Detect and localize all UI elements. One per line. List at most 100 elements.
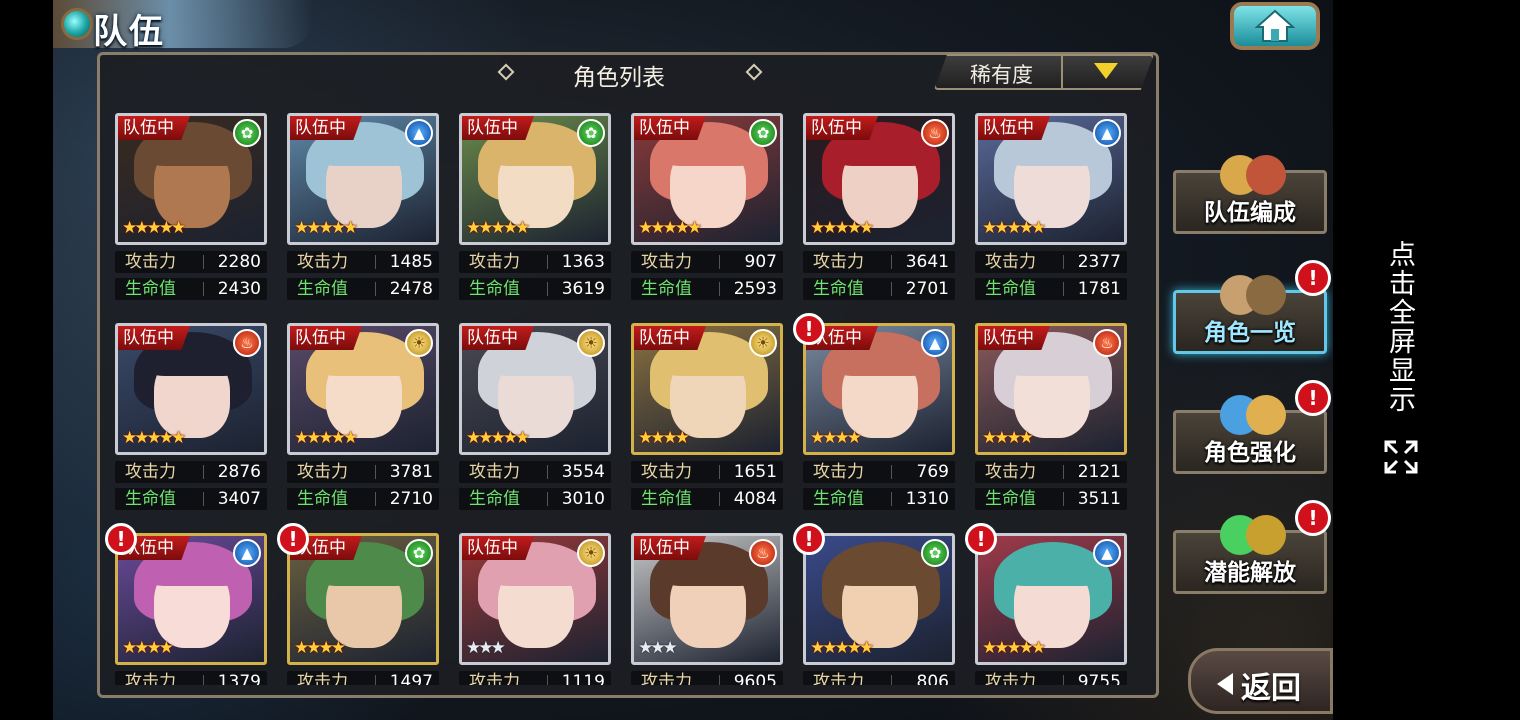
character-card[interactable]: ★★★★★ 队伍中 ✿ 攻击力 1363 生命值 3619 [459,113,611,303]
stat-separator [1063,492,1064,506]
character-portrait[interactable]: ★★★★★ 队伍中 ☀ [459,323,611,455]
character-list-label: 角色一览 [1204,320,1296,346]
rarity-stars: ★★★★★ [638,218,702,238]
potential-unlock-button[interactable]: 潜能解放 [1173,515,1327,594]
character-card[interactable]: ★★★★★ 队伍中 ☀ 攻击力 3781 生命值 2710 [287,323,439,513]
attack-stat-value: 2377 [1077,252,1121,272]
character-upgrade-button[interactable]: 角色强化 [1173,395,1327,474]
character-portrait[interactable]: ★★★★ 队伍中 ♨ [975,323,1127,455]
character-card[interactable]: ★★★★★ 队伍中 ♨ 攻击力 2876 生命值 3407 [115,323,267,513]
attack-stat-label: 攻击力 [641,462,692,482]
rarity-stars: ★★★ [638,638,678,658]
wind-element-icon: ✿ [577,119,605,147]
in-team-tag: 队伍中 [634,116,706,140]
stat-separator [891,465,892,479]
hp-stat-label: 生命值 [469,279,520,299]
rarity-stars: ★★★★★ [294,218,358,238]
character-portrait[interactable]: ★★★★★ 队伍中 ✿ [115,113,267,245]
character-portrait[interactable]: ★★★★★ ▲ [975,533,1127,665]
in-team-tag: 队伍中 [290,326,362,350]
back-button[interactable]: 返回 [1188,648,1333,714]
character-card[interactable]: ★★★★★ 队伍中 ▲ 攻击力 1485 生命值 2478 [287,113,439,303]
rarity-stars: ★★★★★ [810,638,874,658]
hp-stat: 生命值 3010 [459,488,611,510]
attack-stat: 攻击力 1363 [459,251,611,273]
alert-icon: ! [793,313,825,345]
hp-stat-value: 2701 [905,279,949,299]
character-list-button[interactable]: 角色一览 [1173,275,1327,354]
water-element-icon: ▲ [1093,119,1121,147]
rarity-stars: ★★★★★ [810,218,874,238]
stat-separator [375,255,376,269]
attack-stat: 攻击力 2280 [115,251,267,273]
character-portrait[interactable]: ★★★★★ 队伍中 ♨ [803,113,955,245]
portrait-fringe [1006,550,1102,586]
hp-stat-value: 2478 [389,279,433,299]
rarity-stars: ★★★★★ [982,218,1046,238]
character-portrait[interactable]: ★★★★★ 队伍中 ✿ [631,113,783,245]
rarity-stars: ★★★★★ [294,428,358,448]
character-portrait[interactable]: ★★★ 队伍中 ☀ [459,533,611,665]
stat-separator [1063,255,1064,269]
hp-stat-value: 1781 [1077,279,1121,299]
hp-stat-label: 生命值 [985,279,1036,299]
character-portrait[interactable]: ★★★★ 队伍中 ☀ [631,323,783,455]
character-portrait[interactable]: ★★★★ 队伍中 ▲ [803,323,955,455]
hp-stat-label: 生命值 [297,279,348,299]
wind-element-icon: ✿ [749,119,777,147]
rarity-stars: ★★★★★ [122,218,186,238]
attack-stat-value: 907 [744,252,777,272]
character-card[interactable]: ★★★★★ 队伍中 ▲ 攻击力 2377 生命值 1781 [975,113,1127,303]
in-team-tag: 队伍中 [462,116,534,140]
wind-element-icon: ✿ [921,539,949,567]
in-team-tag: 队伍中 [290,116,362,140]
rarity-stars: ★★★★★ [466,428,530,448]
attack-stat: 攻击力 1651 [631,461,783,483]
character-card[interactable]: ★★★★ 队伍中 ▲! 攻击力 769 生命值 1310 [793,313,955,513]
character-portrait[interactable]: ★★★★★ 队伍中 ☀ [287,323,439,455]
stat-separator [375,492,376,506]
light-element-icon: ☀ [577,329,605,357]
hp-stat: 生命值 1310 [803,488,955,510]
team-formation-button[interactable]: 队伍编成 [1173,155,1327,234]
character-portrait[interactable]: ★★★★★ 队伍中 ♨ [115,323,267,455]
light-element-icon: ☀ [405,329,433,357]
hp-stat-label: 生命值 [813,279,864,299]
game-viewport: 队伍 角色列表 稀有度 ★★★★★ 队伍中 ✿ 攻击力 2280 生命值 2430 ★★★★★… [53,0,1333,720]
hp-stat: 生命值 3619 [459,278,611,300]
character-card[interactable]: ★★★★★ 队伍中 ☀ 攻击力 3554 生命值 3010 [459,323,611,513]
attack-stat-label: 攻击力 [297,462,348,482]
rarity-stars: ★★★★ [638,428,690,448]
hp-stat-value: 2593 [733,279,777,299]
character-card[interactable]: ★★★★ 队伍中 ♨ 攻击力 2121 生命值 3511 [975,323,1127,513]
character-card[interactable]: ★★★★★ 队伍中 ✿ 攻击力 2280 生命值 2430 [115,113,267,303]
character-portrait[interactable]: ★★★ 队伍中 ♨ [631,533,783,665]
fullscreen-hint[interactable]: 点击全屏显示 [1380,240,1422,480]
character-portrait[interactable]: ★★★★★ ✿ [803,533,955,665]
portrait-fringe [834,550,930,586]
hp-stat: 生命值 2478 [287,278,439,300]
in-team-tag: 队伍中 [634,326,706,350]
character-portrait[interactable]: ★★★★ 队伍中 ▲ [115,533,267,665]
rarity-stars: ★★★★★ [982,638,1046,658]
attack-stat-label: 攻击力 [641,252,692,272]
character-card[interactable]: ★★★★ 队伍中 ☀ 攻击力 1651 生命值 4084 [631,323,783,513]
attack-stat: 攻击力 2377 [975,251,1127,273]
stat-separator [547,255,548,269]
attack-stat: 攻击力 3781 [287,461,439,483]
water-element-icon: ▲ [1093,539,1121,567]
hp-stat-label: 生命值 [469,489,520,509]
character-portrait[interactable]: ★★★★ 队伍中 ✿ [287,533,439,665]
character-card[interactable]: ★★★★★ 队伍中 ♨ 攻击力 3641 生命值 2701 [803,113,955,303]
stat-separator [1063,282,1064,296]
attack-stat-label: 攻击力 [813,252,864,272]
character-card[interactable]: ★★★★★ 队伍中 ✿ 攻击力 907 生命值 2593 [631,113,783,303]
character-portrait[interactable]: ★★★★★ 队伍中 ▲ [287,113,439,245]
character-portrait[interactable]: ★★★★★ 队伍中 ✿ [459,113,611,245]
alert-icon: ! [1295,380,1331,416]
team-formation-label: 队伍编成 [1204,200,1296,226]
attack-stat-value: 2876 [217,462,261,482]
alert-icon: ! [793,523,825,555]
character-portrait[interactable]: ★★★★★ 队伍中 ▲ [975,113,1127,245]
hp-stat: 生命值 2710 [287,488,439,510]
